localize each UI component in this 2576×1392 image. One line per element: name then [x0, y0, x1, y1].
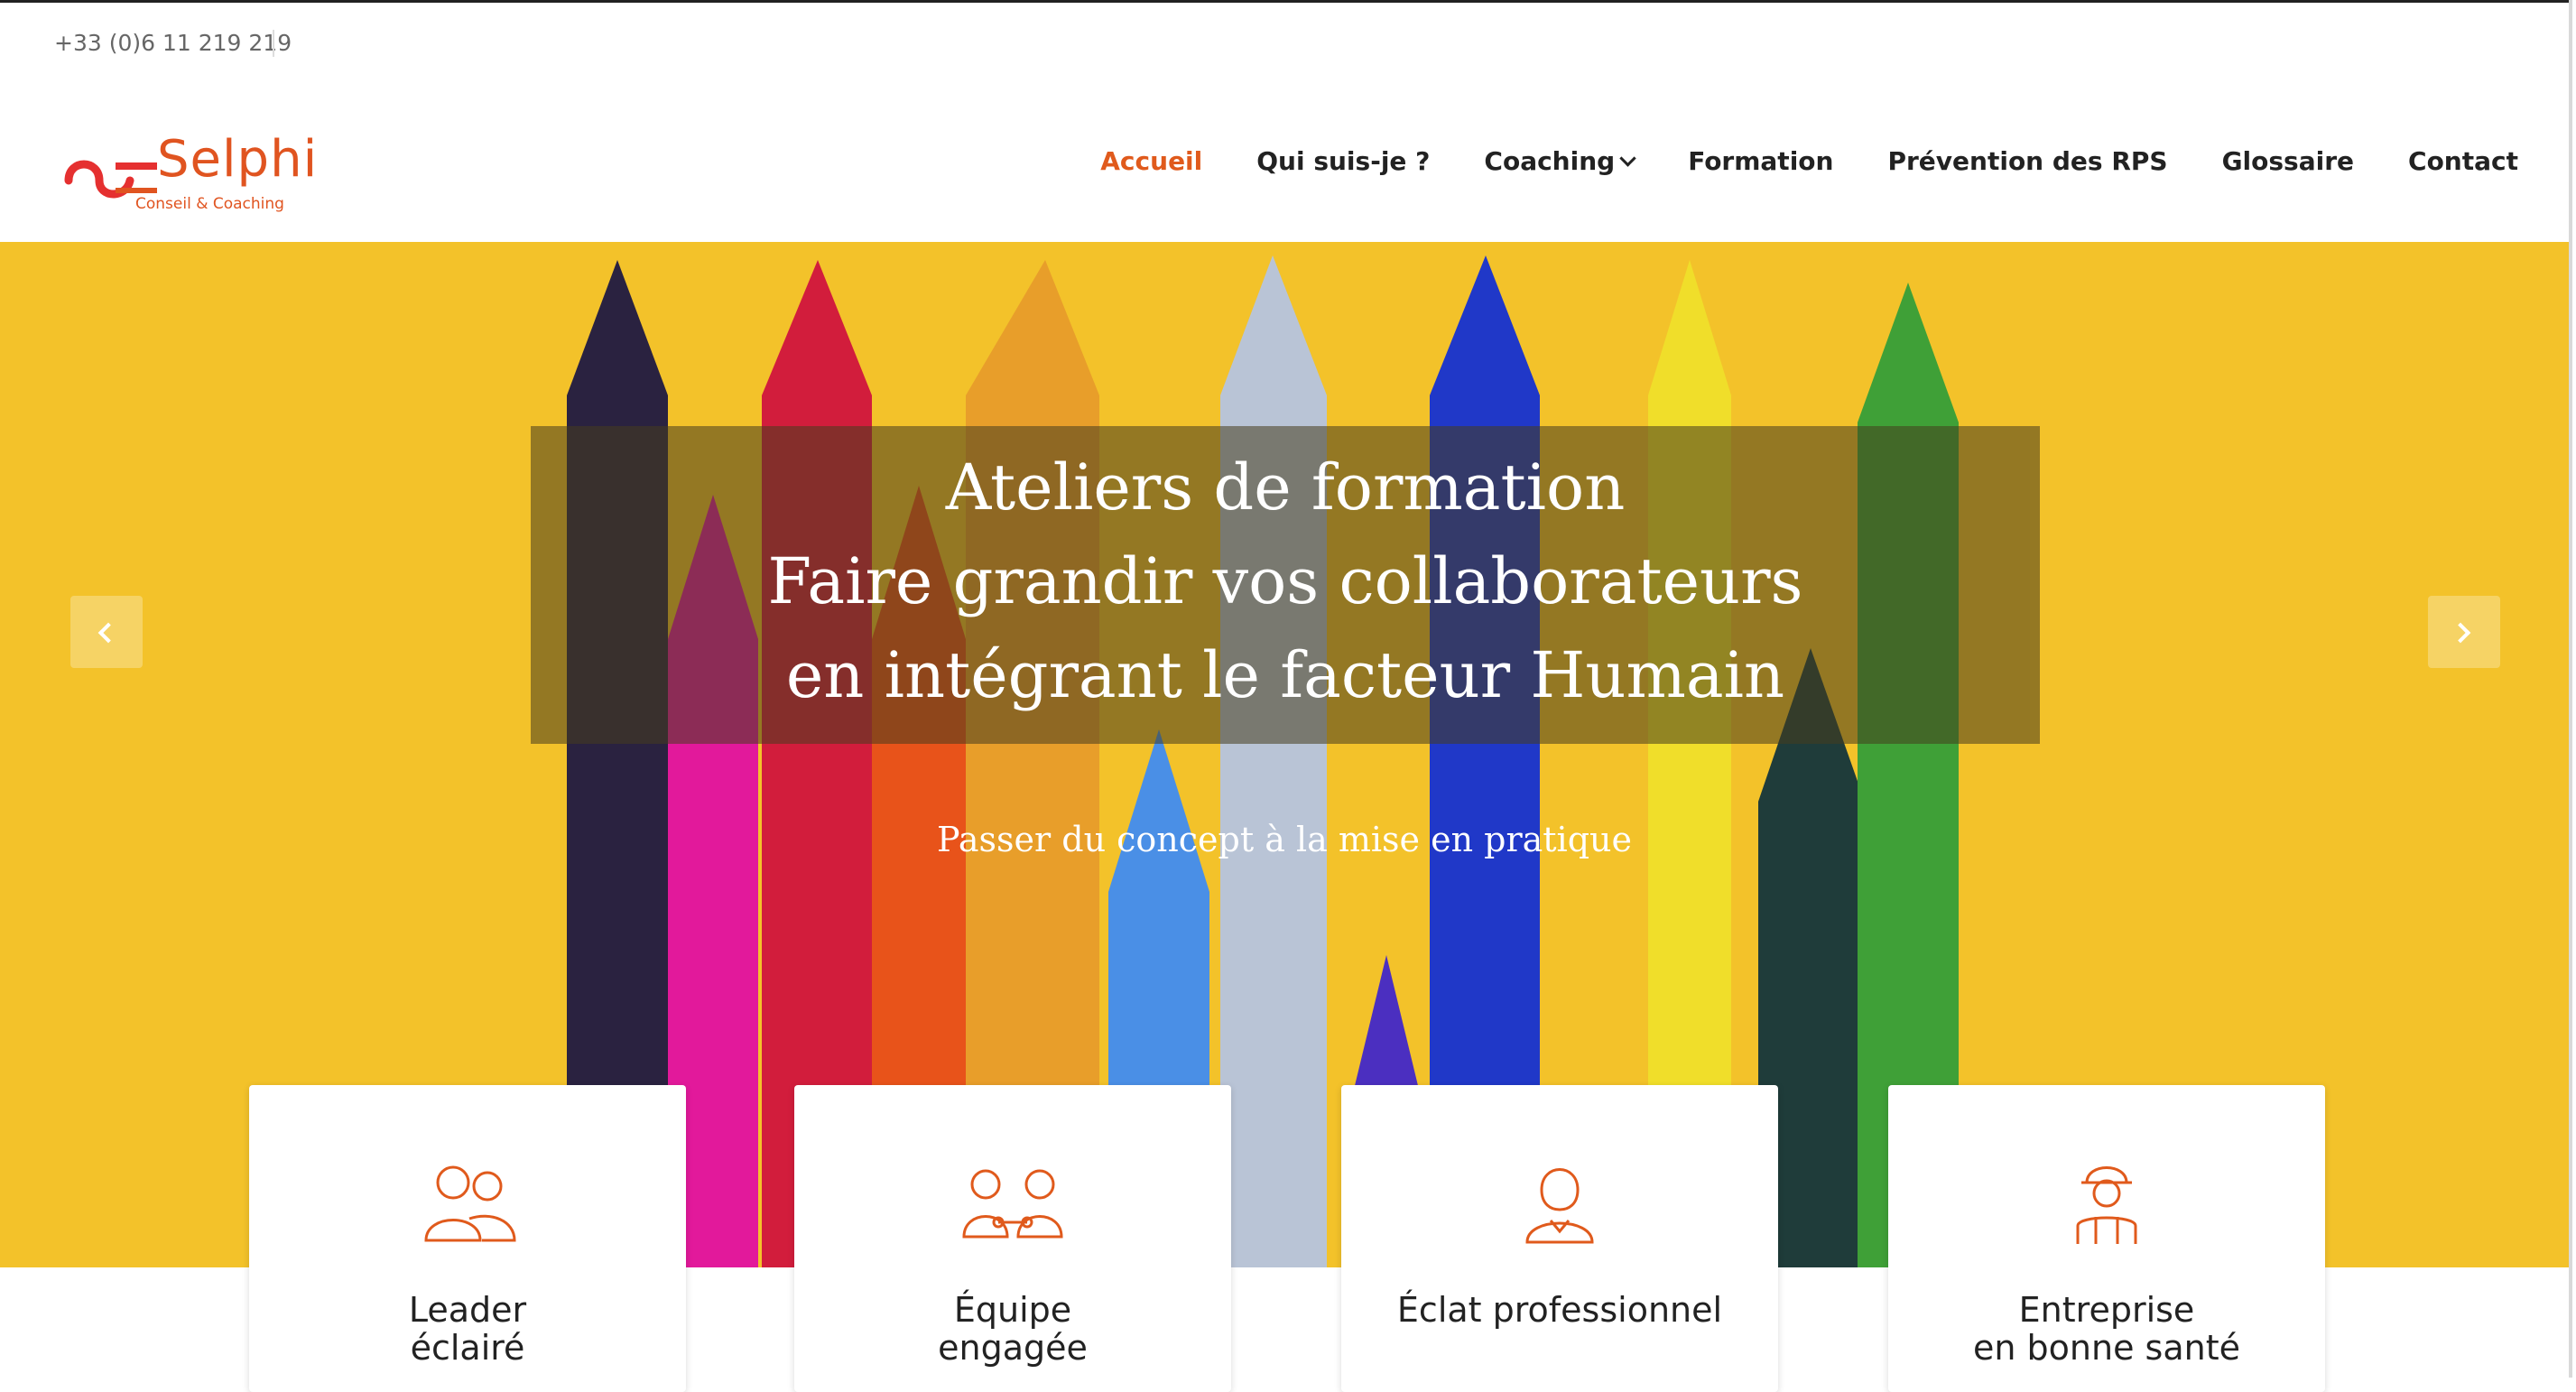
card-title: Leader éclairé	[249, 1291, 686, 1367]
nav-item-formation[interactable]: Formation	[1688, 146, 1833, 176]
card-title-line: engagée	[938, 1328, 1088, 1368]
card-title-line: en bonne santé	[1973, 1328, 2240, 1368]
slider-next-button[interactable]	[2428, 596, 2500, 668]
hero-title: Ateliers de formation Faire grandir vos …	[531, 441, 2040, 722]
phone-number[interactable]: +33 (0)6 11 219 219	[54, 30, 292, 56]
card-title-line: Leader	[408, 1290, 527, 1330]
nav-item-accueil[interactable]: Accueil	[1100, 146, 1202, 176]
site-header: Selphi Conseil & Coaching Accueil Qui su…	[0, 85, 2569, 242]
nav-item-prevention-rps[interactable]: Prévention des RPS	[1887, 146, 2167, 176]
nav-item-label: Formation	[1688, 146, 1834, 176]
hero-title-line: en intégrant le facteur Humain	[785, 638, 1785, 712]
main-nav: Accueil Qui suis-je ? Coaching Formation…	[1100, 146, 2518, 176]
card-title: Éclat professionnel	[1341, 1291, 1778, 1329]
card-title-line: Entreprise	[2018, 1290, 2195, 1330]
card-leader[interactable]: Leader éclairé	[249, 1085, 686, 1392]
card-eclat[interactable]: Éclat professionnel	[1341, 1085, 1778, 1392]
card-title: Équipe engagée	[794, 1291, 1231, 1367]
slider-prev-button[interactable]	[70, 596, 143, 668]
nav-item-label: Coaching	[1484, 146, 1616, 176]
nav-item-qui-suis-je[interactable]: Qui suis-je ?	[1256, 146, 1430, 176]
nav-item-label: Prévention des RPS	[1887, 146, 2168, 176]
hero-title-line: Faire grandir vos collaborateurs	[767, 544, 1803, 618]
chevron-right-icon	[2450, 622, 2471, 644]
two-people-icon	[424, 1165, 516, 1242]
top-bar: +33 (0)6 11 219 219	[0, 0, 2569, 88]
nav-item-glossaire[interactable]: Glossaire	[2222, 146, 2354, 176]
nav-item-label: Contact	[2408, 146, 2518, 176]
nav-item-contact[interactable]: Contact	[2408, 146, 2518, 176]
logo-tagline: Conseil & Coaching	[135, 195, 284, 213]
worker-helmet-icon	[2076, 1166, 2137, 1244]
nav-item-label: Glossaire	[2221, 146, 2355, 176]
card-title-line: éclairé	[410, 1328, 525, 1368]
card-title-line: Équipe	[953, 1290, 1072, 1330]
topbar-divider	[273, 30, 274, 57]
card-title-line: Éclat professionnel	[1396, 1290, 1723, 1330]
nav-item-label: Qui suis-je ?	[1256, 146, 1431, 176]
woman-icon	[1525, 1168, 1594, 1244]
hero-subtitle: Passer du concept à la mise en pratique	[937, 820, 1632, 859]
card-title: Entreprise en bonne santé	[1888, 1291, 2325, 1367]
card-entreprise[interactable]: Entreprise en bonne santé	[1888, 1085, 2325, 1392]
nav-item-coaching[interactable]: Coaching	[1484, 146, 1636, 176]
chevron-down-icon	[1619, 150, 1636, 167]
card-equipe[interactable]: Équipe engagée	[794, 1085, 1231, 1392]
nav-item-label: Accueil	[1100, 146, 1203, 176]
chevron-left-icon	[97, 622, 119, 644]
logo-brand: Selphi	[157, 130, 319, 189]
team-link-icon	[962, 1169, 1063, 1239]
site-logo[interactable]: Selphi Conseil & Coaching	[63, 130, 317, 220]
hero-title-line: Ateliers de formation	[945, 450, 1626, 524]
feature-cards: Leader éclairé Équipe engagée Éclat prof…	[249, 1085, 2325, 1392]
